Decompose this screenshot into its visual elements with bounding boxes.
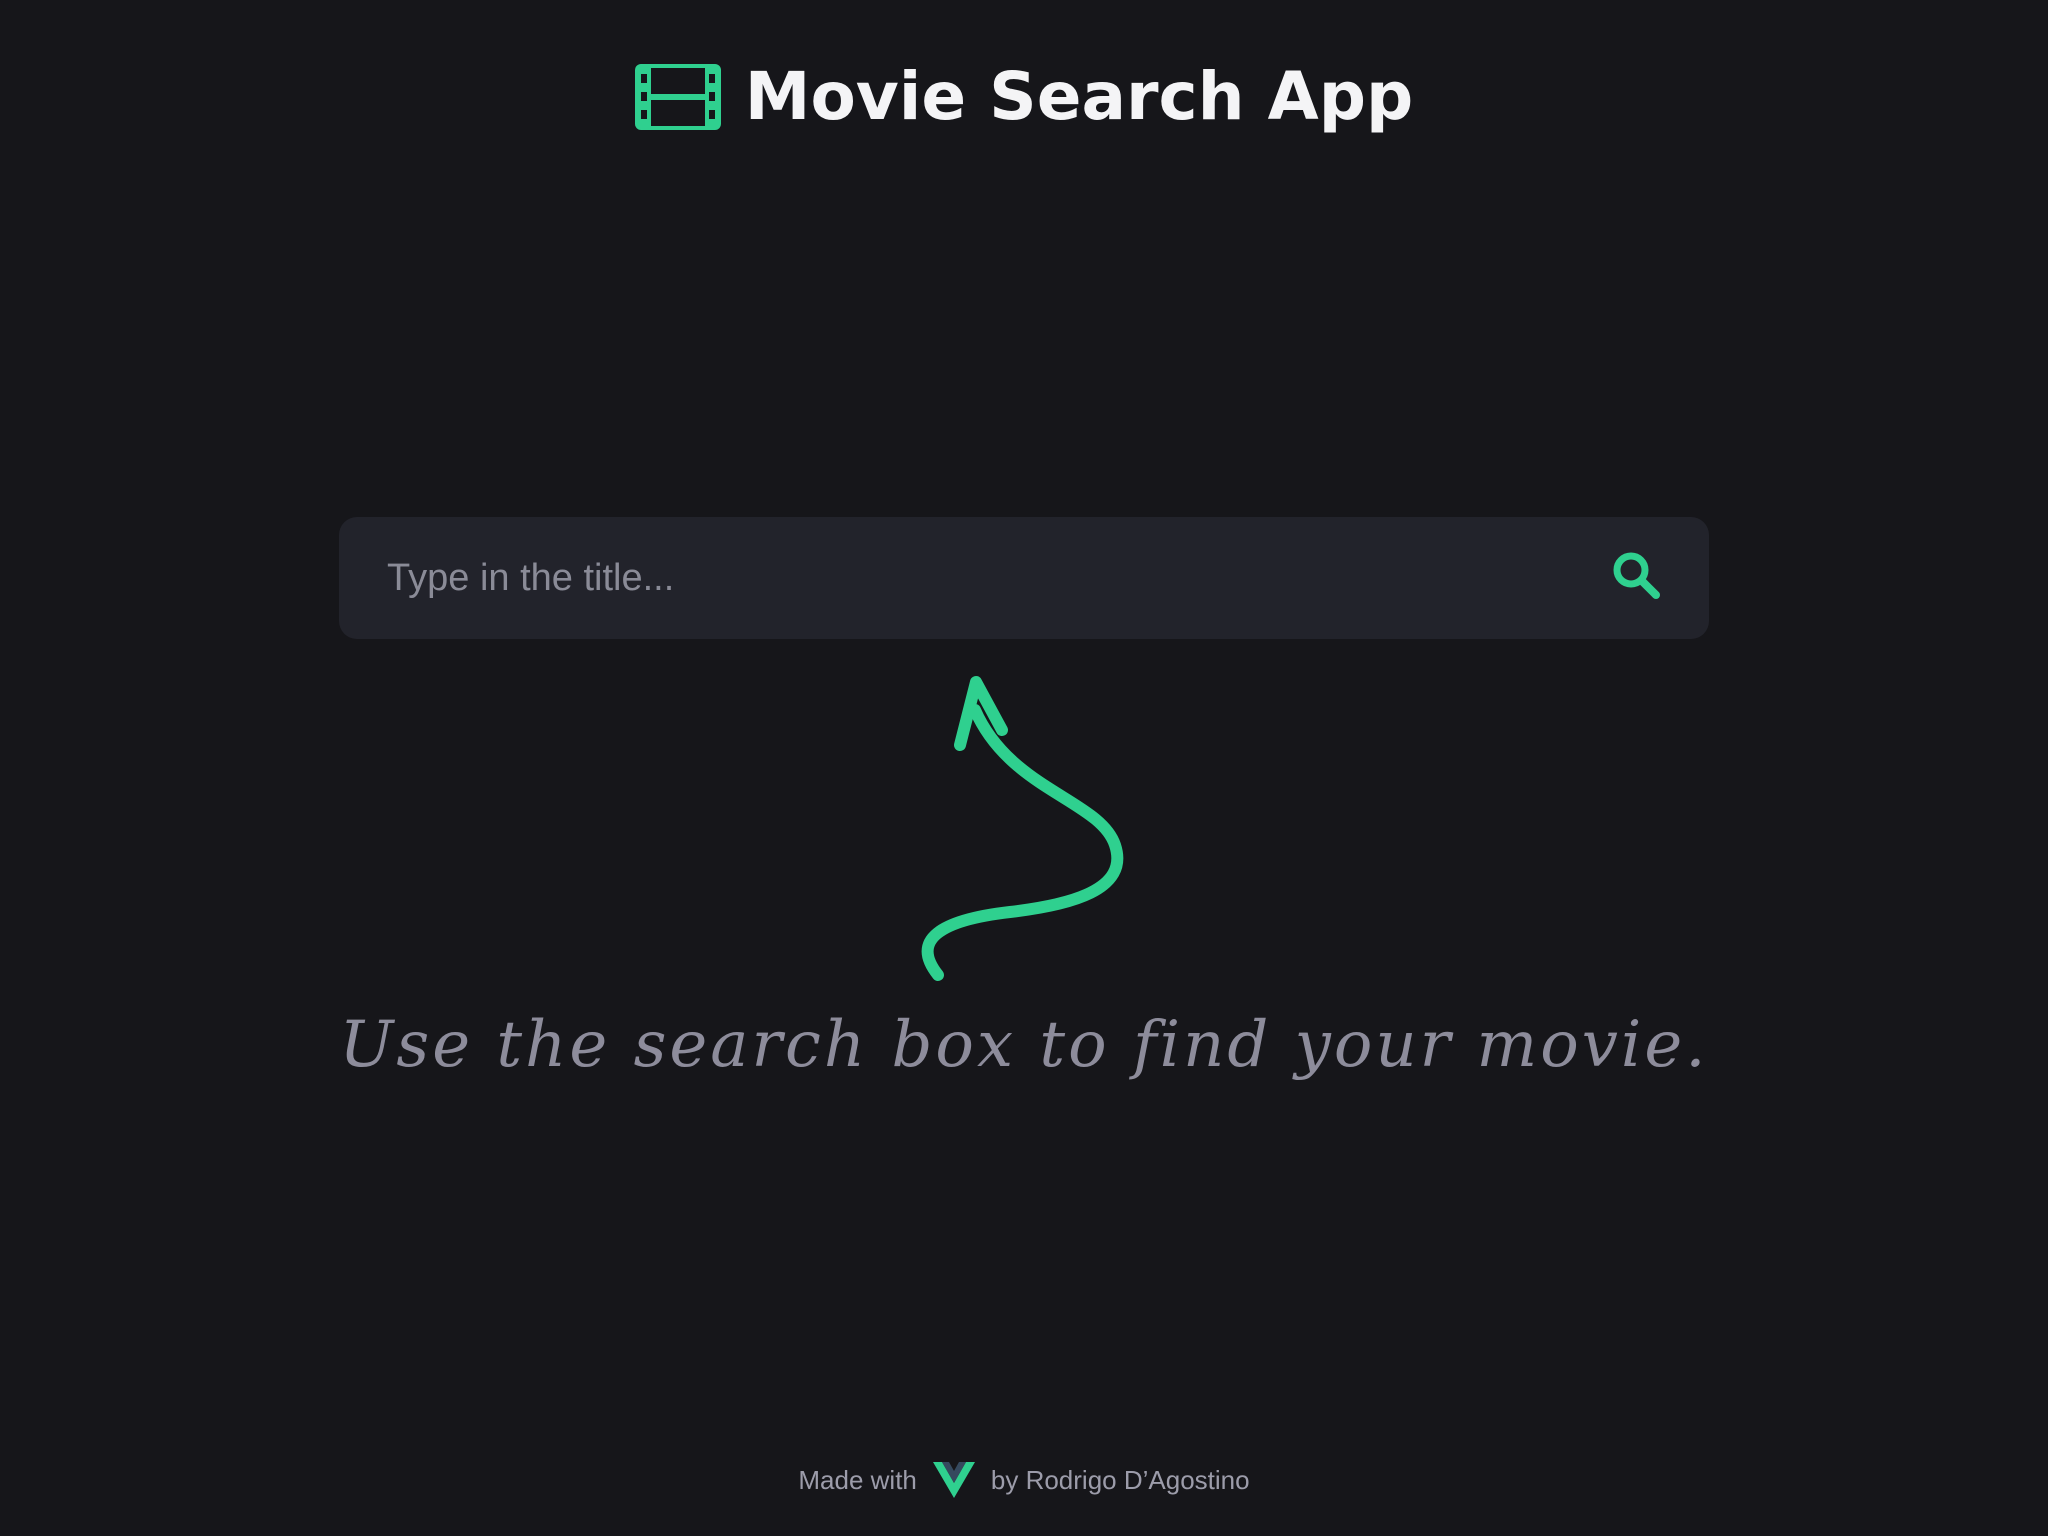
app-header: Movie Search App (0, 64, 2048, 130)
app-title: Movie Search App (744, 58, 1414, 135)
search-input[interactable] (339, 517, 1587, 639)
search-icon (1611, 550, 1663, 607)
film-icon (634, 64, 721, 130)
search-box (339, 517, 1709, 639)
page: Movie Search App Use the search box to f… (0, 0, 2048, 1536)
vue-logo-icon (932, 1462, 975, 1498)
footer-author: by Rodrigo D’Agostino (990, 1464, 1250, 1495)
search-button[interactable] (1587, 517, 1687, 639)
curved-arrow-up-icon (900, 660, 1140, 995)
hint-text: Use the search box to find your movie. (339, 1008, 1709, 1082)
footer-made-with: Made with (798, 1464, 917, 1495)
footer: Made with by Rodrigo D’Agostino (0, 1462, 2048, 1498)
